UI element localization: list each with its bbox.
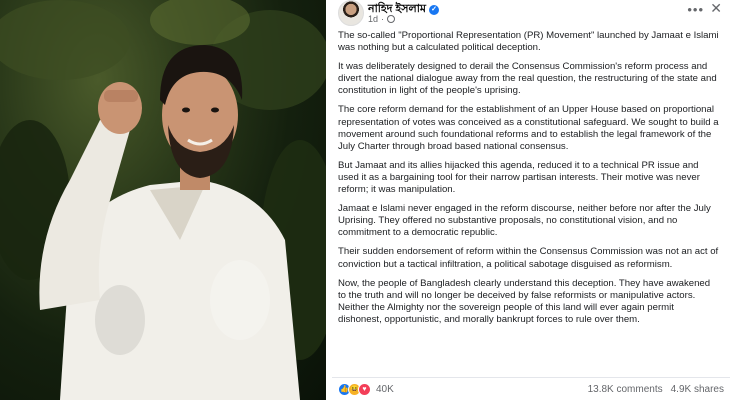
post-paragraph: But Jamaat and its allies hijacked this … xyxy=(338,159,700,196)
profile-photo xyxy=(0,0,326,400)
engagement-counts: 13.8K comments 4.9K shares xyxy=(588,384,724,395)
post-paragraph: It was deliberately designed to derail t… xyxy=(338,61,717,97)
comments-count[interactable]: 13.8K comments xyxy=(588,384,663,395)
globe-icon xyxy=(387,15,396,23)
post-paragraph: Jamaat e Islami never engaged in the ref… xyxy=(338,203,711,239)
post-paragraph: The so-called "Proportional Representati… xyxy=(338,30,719,54)
shares-count[interactable]: 4.9K shares xyxy=(671,384,724,395)
separator-dot: · xyxy=(381,14,385,24)
post-paragraph: The core reform demand for the establish… xyxy=(338,104,719,152)
post-footer: 👍 😆 ♥ 40K 13.8K comments 4.9K shares xyxy=(332,377,730,400)
verified-icon: ✓ xyxy=(429,4,439,15)
reaction-icons: 👍 😆 ♥ xyxy=(338,382,371,396)
reactions-summary[interactable]: 👍 😆 ♥ 40K xyxy=(338,382,394,396)
avatar[interactable] xyxy=(338,0,364,26)
post-header: নাহিদ ইসলাম ✓ 1d · ••• ✕ xyxy=(332,0,730,30)
post-meta: 1d · xyxy=(368,14,396,24)
post-paragraph: Now, the people of Bangladesh clearly un… xyxy=(338,277,711,325)
love-icon: ♥ xyxy=(358,382,371,396)
more-icon[interactable]: ••• xyxy=(687,2,704,17)
reactions-count[interactable]: 40K xyxy=(376,384,394,395)
post-paragraph: Their sudden endorsement of reform withi… xyxy=(338,246,719,270)
close-icon[interactable]: ✕ xyxy=(710,0,722,17)
facebook-post: নাহিদ ইসলাম ✓ 1d · ••• ✕ The so-called "… xyxy=(326,0,730,400)
post-text: The so-called "Proportional Representati… xyxy=(332,30,730,326)
post-time[interactable]: 1d xyxy=(368,14,378,24)
man-raising-fist-illustration xyxy=(0,0,326,400)
